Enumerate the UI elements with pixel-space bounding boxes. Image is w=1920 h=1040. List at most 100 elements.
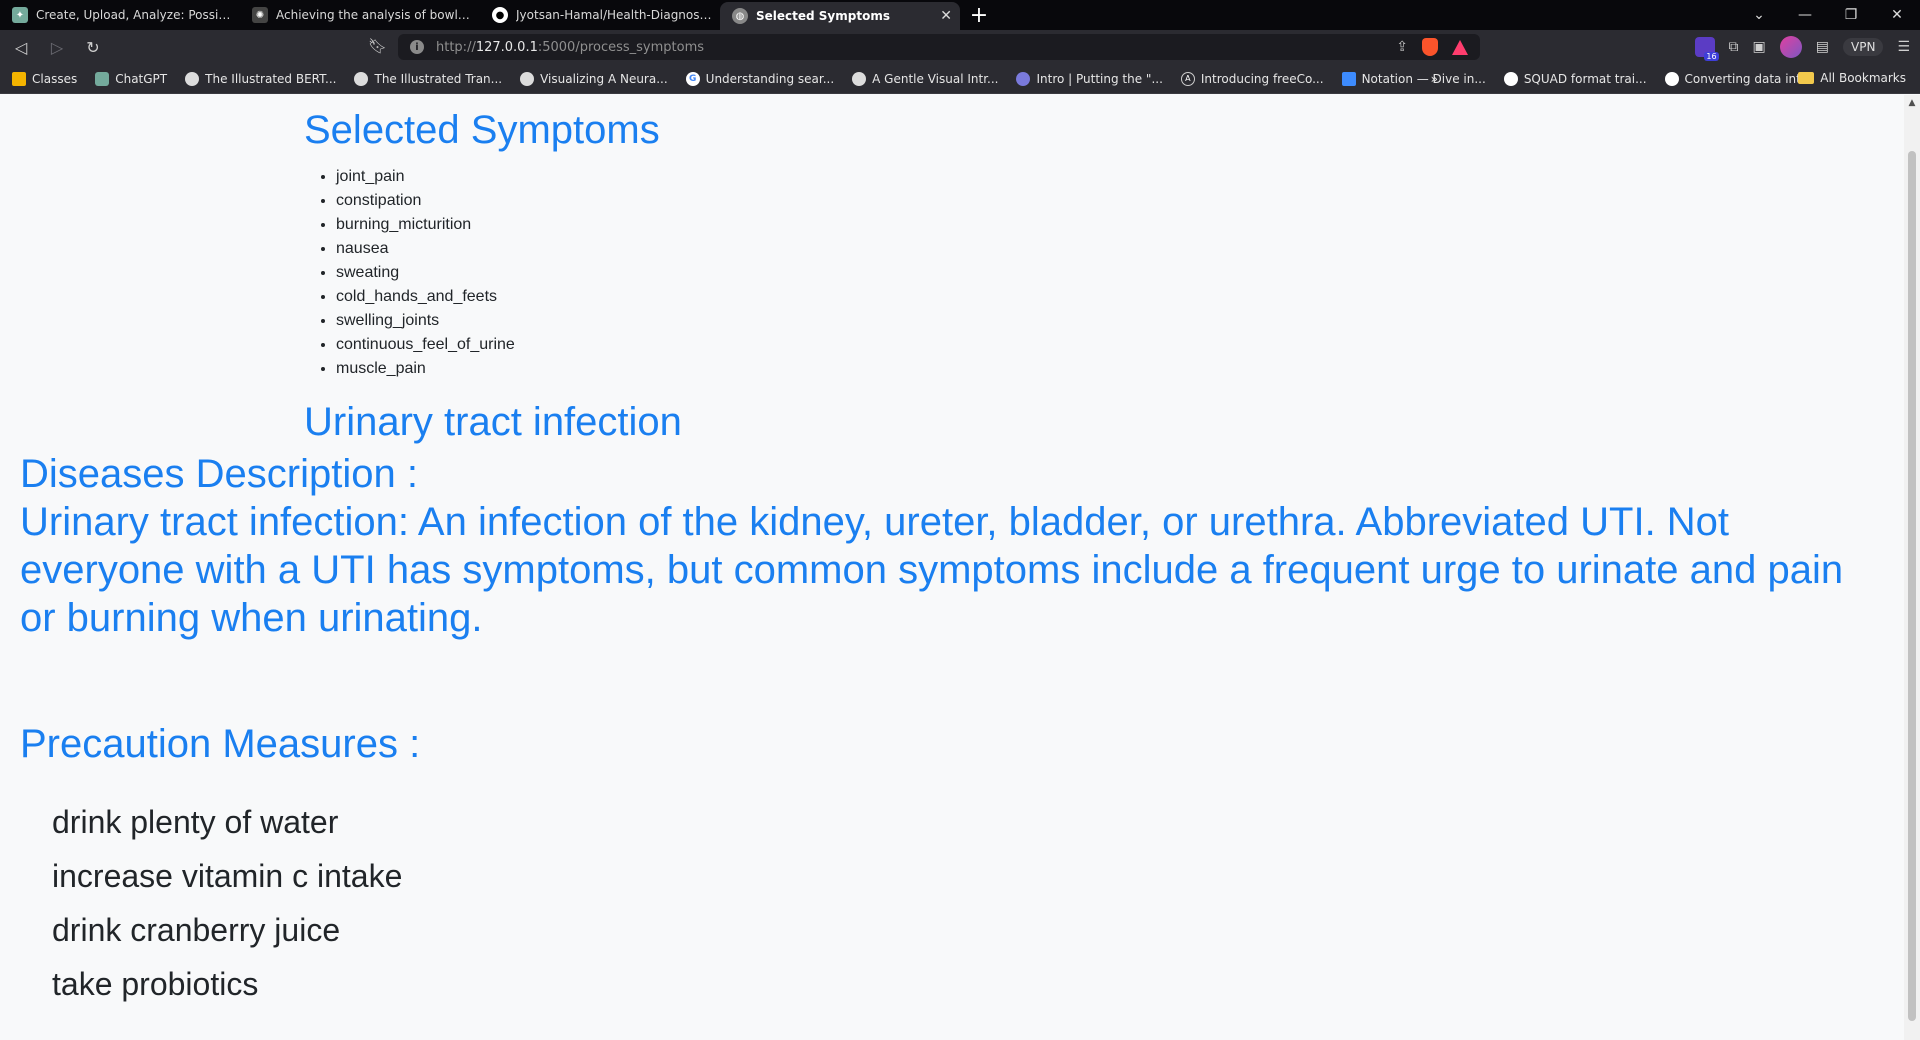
bookmark-chatgpt[interactable]: ChatGPT bbox=[95, 71, 168, 86]
bookmark-icon[interactable]: 🔖︎ bbox=[368, 37, 387, 55]
tab-github-repo[interactable]: ● Jyotsan-Hamal/Health-Diagnose-Syste bbox=[480, 0, 720, 30]
chatgpt-icon: ✦ bbox=[12, 7, 28, 23]
page-title: Selected Symptoms bbox=[304, 108, 660, 152]
browser-toolbar: ◁ ▷ ↻ 🔖︎ i http://127.0.0.1:5000/process… bbox=[0, 30, 1920, 64]
tab-chatgpt[interactable]: ✦ Create, Upload, Analyze: Possible! bbox=[0, 0, 240, 30]
symptom-item: constipation bbox=[336, 189, 1604, 213]
puzzle-icon[interactable]: ⧉ bbox=[1729, 39, 1739, 55]
all-bookmarks-label: All Bookmarks bbox=[1820, 71, 1906, 85]
page-viewport: Selected Symptoms joint_pain constipatio… bbox=[0, 95, 1904, 1040]
new-tab-button[interactable]: + bbox=[964, 0, 994, 30]
bookmark-label: A Gentle Visual Intr... bbox=[872, 71, 999, 86]
reload-button[interactable]: ↻ bbox=[78, 32, 108, 62]
precaution-item: increase vitamin c intake bbox=[52, 858, 403, 894]
symptom-item: nausea bbox=[336, 237, 1604, 261]
bookmark-label: ChatGPT bbox=[115, 71, 168, 86]
bookmark-understanding-search[interactable]: G Understanding sear... bbox=[685, 71, 835, 86]
chatgpt-icon bbox=[95, 71, 110, 86]
extension-icon[interactable]: 16 bbox=[1694, 37, 1719, 61]
symptom-item: burning_micturition bbox=[336, 213, 1604, 237]
brave-rewards-icon[interactable] bbox=[1452, 39, 1468, 55]
bookmark-gentle-visual[interactable]: A Gentle Visual Intr... bbox=[852, 71, 999, 86]
bookmark-freecodecamp[interactable]: A Introducing freeCo... bbox=[1180, 71, 1324, 86]
globe-icon bbox=[354, 71, 369, 86]
minimize-button[interactable]: — bbox=[1782, 0, 1828, 30]
site-info-icon[interactable]: i bbox=[410, 40, 424, 54]
bookmark-illustrated-transformer[interactable]: The Illustrated Tran... bbox=[354, 71, 503, 86]
settings-icon bbox=[1016, 71, 1031, 86]
scrollbar-thumb[interactable] bbox=[1908, 151, 1916, 1021]
back-button[interactable]: ◁ bbox=[6, 32, 36, 62]
bookmark-squad-format[interactable]: SQUAD format trai... bbox=[1503, 71, 1647, 86]
description-text: Urinary tract infection: An infection of… bbox=[20, 500, 1844, 640]
bookmark-label: Converting data int... bbox=[1684, 71, 1813, 86]
github-icon: ● bbox=[492, 7, 508, 23]
bookmark-label: The Illustrated Tran... bbox=[374, 71, 503, 86]
globe-icon: ◍ bbox=[732, 8, 748, 24]
url-actions: ⇪ bbox=[1396, 38, 1468, 56]
symptom-item: swelling_joints bbox=[336, 309, 1604, 333]
share-icon[interactable]: ⇪ bbox=[1396, 39, 1408, 55]
bookmark-illustrated-bert[interactable]: The Illustrated BERT... bbox=[185, 71, 337, 86]
tab-selected-symptoms[interactable]: ◍ Selected Symptoms ✕ bbox=[720, 2, 960, 30]
bookmark-label: Understanding sear... bbox=[705, 71, 835, 86]
tab-bar: ✦ Create, Upload, Analyze: Possible! ✺ A… bbox=[0, 0, 1920, 30]
profile-avatar[interactable] bbox=[1779, 36, 1802, 58]
url-host: 127.0.0.1 bbox=[475, 39, 538, 55]
tab-label: Achieving the analysis of bowling vide bbox=[276, 8, 472, 22]
bookmark-notation[interactable]: Notation — Dive in... bbox=[1341, 71, 1486, 86]
scroll-up-arrow-icon[interactable]: ▲ bbox=[1904, 95, 1920, 111]
symptom-item: continuous_feel_of_urine bbox=[336, 333, 1604, 357]
globe-icon bbox=[520, 71, 535, 86]
menu-icon[interactable]: ☰ bbox=[1897, 39, 1910, 55]
predicted-disease: Urinary tract infection bbox=[304, 400, 682, 444]
globe-icon bbox=[185, 71, 200, 86]
address-bar[interactable]: i http://127.0.0.1:5000/process_symptoms… bbox=[398, 34, 1480, 60]
bookmark-classes[interactable]: Classes bbox=[12, 71, 78, 86]
all-bookmarks-button[interactable]: All Bookmarks bbox=[1798, 71, 1906, 85]
page-scrollbar[interactable]: ▲ bbox=[1904, 95, 1920, 1040]
bookmark-label: SQUAD format trai... bbox=[1523, 71, 1647, 86]
freecodecamp-icon: A bbox=[1180, 71, 1195, 86]
description-title: Diseases Description : bbox=[20, 452, 418, 496]
tab-bowling-analysis[interactable]: ✺ Achieving the analysis of bowling vide bbox=[240, 0, 480, 30]
github-icon bbox=[1503, 71, 1518, 86]
symptom-item: cold_hands_and_feets bbox=[336, 285, 1604, 309]
tab-label: Create, Upload, Analyze: Possible! bbox=[36, 8, 232, 22]
bookmarks-overflow-button[interactable]: » bbox=[1431, 72, 1438, 86]
disease-description: Diseases Description : Urinary tract inf… bbox=[20, 450, 1880, 642]
bookmark-label: Notation — Dive in... bbox=[1361, 71, 1486, 86]
google-icon: G bbox=[685, 71, 700, 86]
precaution-item: drink plenty of water bbox=[52, 804, 339, 840]
bookmark-visualizing-neural[interactable]: Visualizing A Neura... bbox=[520, 71, 668, 86]
precaution-item: drink cranberry juice bbox=[52, 912, 341, 948]
sidebar-icon[interactable]: ▣ bbox=[1753, 39, 1766, 55]
bookmark-converting-data[interactable]: Converting data int... bbox=[1664, 71, 1813, 86]
wallet-icon[interactable]: ▤ bbox=[1816, 39, 1829, 55]
bookmark-label: Introducing freeCo... bbox=[1200, 71, 1324, 86]
brave-shields-icon[interactable] bbox=[1422, 38, 1438, 56]
openai-icon: ✺ bbox=[252, 7, 268, 23]
toolbar-right: 16 ⧉ ▣ ▤ VPN ☰ bbox=[1694, 34, 1910, 61]
chevron-down-icon[interactable]: ⌄ bbox=[1736, 0, 1782, 30]
forward-button[interactable]: ▷ bbox=[42, 32, 72, 62]
vpn-button[interactable]: VPN bbox=[1843, 38, 1884, 56]
symptom-list: joint_pain constipation burning_micturit… bbox=[304, 165, 1604, 381]
bookmark-label: Classes bbox=[32, 71, 78, 86]
tab-label: Selected Symptoms bbox=[756, 9, 890, 23]
medium-icon bbox=[1664, 71, 1679, 86]
restore-button[interactable]: ❐ bbox=[1828, 0, 1874, 30]
precaution-title: Precaution Measures : bbox=[20, 722, 421, 766]
symptom-item: joint_pain bbox=[336, 165, 1604, 189]
close-tab-icon[interactable]: ✕ bbox=[940, 8, 952, 24]
results-container: Selected Symptoms joint_pain constipatio… bbox=[304, 107, 1604, 445]
url-scheme: http:// bbox=[436, 39, 476, 55]
notation-icon bbox=[1341, 71, 1356, 86]
close-window-button[interactable]: ✕ bbox=[1874, 0, 1920, 30]
precaution-list: drink plenty of water increase vitamin c… bbox=[52, 795, 402, 1011]
bookmark-label: The Illustrated BERT... bbox=[205, 71, 337, 86]
symptom-item: muscle_pain bbox=[336, 357, 1604, 381]
bookmark-label: Visualizing A Neura... bbox=[540, 71, 668, 86]
window-controls: ⌄ — ❐ ✕ bbox=[1736, 0, 1920, 30]
bookmark-intro-putting[interactable]: Intro | Putting the "... bbox=[1016, 71, 1163, 86]
